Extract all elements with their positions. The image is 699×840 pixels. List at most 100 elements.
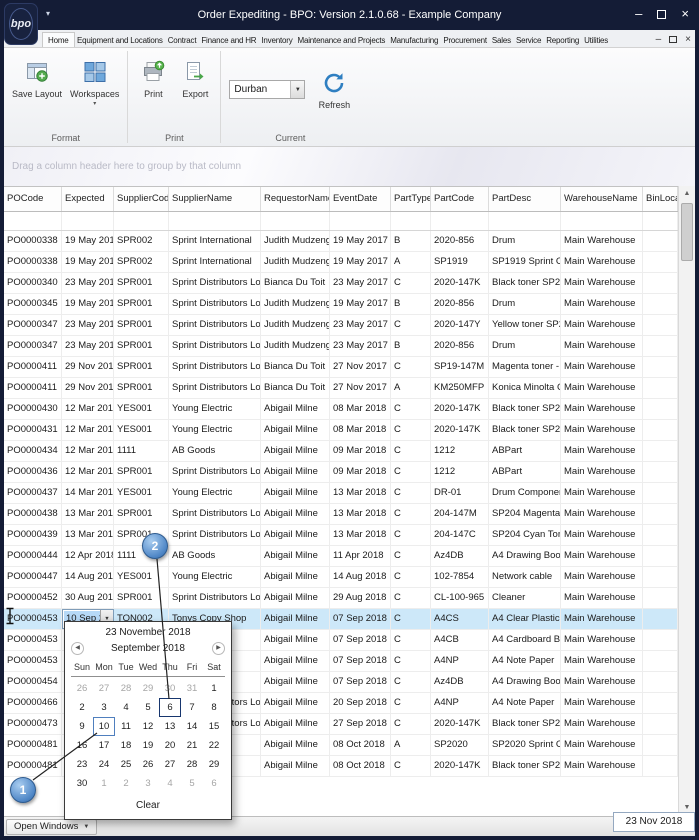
grid-cell[interactable]: 2020-147K (431, 756, 489, 776)
table-row[interactable]: PO000043813 Mar 2018SPR001Sprint Distrib… (4, 504, 678, 525)
grid-cell[interactable]: SPR001 (114, 462, 169, 482)
calendar-date[interactable]: 24 (93, 755, 115, 774)
grid-cell[interactable]: C (391, 441, 431, 461)
grid-cell[interactable]: Main Warehouse (561, 273, 643, 293)
grid-cell[interactable]: 2020-147K (431, 714, 489, 734)
filter-cell[interactable] (643, 212, 678, 230)
grid-cell[interactable]: A (391, 252, 431, 272)
grid-cell[interactable]: Sprint Distributors Local (169, 315, 261, 335)
grid-cell[interactable]: YES001 (114, 399, 169, 419)
grid-cell[interactable]: Sprint Distributors Local (169, 504, 261, 524)
grid-cell[interactable] (643, 273, 678, 293)
column-header-requestorname[interactable]: RequestorName (261, 187, 330, 211)
calendar-date[interactable]: 4 (159, 774, 181, 793)
filter-cell[interactable] (261, 212, 330, 230)
grid-cell[interactable]: Drum (489, 294, 561, 314)
grid-cell[interactable]: Magenta toner - SP1919 (489, 357, 561, 377)
app-logo[interactable]: bpo (4, 3, 38, 45)
grid-cell[interactable] (643, 609, 678, 629)
grid-cell[interactable]: 20 Sep 2018 (330, 693, 391, 713)
calendar-date[interactable]: 1 (203, 679, 225, 698)
calendar-date[interactable]: 4 (115, 698, 137, 717)
grid-cell[interactable] (643, 630, 678, 650)
grid-cell[interactable]: 19 May 2017 (62, 231, 114, 251)
grid-cell[interactable]: A (391, 735, 431, 755)
calendar-date[interactable]: 19 (137, 736, 159, 755)
grid-cell[interactable]: A4 Drawing Book (489, 672, 561, 692)
grid-cell[interactable]: SPR001 (114, 357, 169, 377)
workspaces-button[interactable]: Workspaces ▾ (66, 58, 123, 107)
grid-cell[interactable]: A4NP (431, 693, 489, 713)
print-button[interactable]: Print (132, 58, 174, 99)
grid-cell[interactable]: C (391, 399, 431, 419)
grid-cell[interactable]: Main Warehouse (561, 756, 643, 776)
grid-cell[interactable]: Black toner SP2020 (489, 756, 561, 776)
table-row[interactable]: PO000045230 Aug 2018SPR001Sprint Distrib… (4, 588, 678, 609)
grid-cell[interactable]: C (391, 672, 431, 692)
grid-cell[interactable] (643, 756, 678, 776)
grid-cell[interactable]: Abigail Milne (261, 462, 330, 482)
tab-sales[interactable]: Sales (489, 33, 513, 47)
grid-cell[interactable] (643, 315, 678, 335)
tab-service[interactable]: Service (513, 33, 543, 47)
calendar-date[interactable]: 30 (159, 679, 181, 698)
grid-cell[interactable]: 2020-147K (431, 399, 489, 419)
column-header-eventdate[interactable]: EventDate (330, 187, 391, 211)
grid-cell[interactable]: Main Warehouse (561, 630, 643, 650)
grid-cell[interactable]: 08 Oct 2018 (330, 735, 391, 755)
status-date-field[interactable]: 23 Nov 2018 (613, 812, 695, 832)
grid-cell[interactable]: Konica Minolta Colour ... (489, 378, 561, 398)
grid-cell[interactable]: SPR002 (114, 252, 169, 272)
grid-cell[interactable] (643, 420, 678, 440)
grid-cell[interactable]: PO0000438 (4, 504, 62, 524)
grid-cell[interactable]: Sprint International (169, 231, 261, 251)
grid-cell[interactable]: Judith Mudzengi (261, 252, 330, 272)
grid-cell[interactable]: PO0000347 (4, 336, 62, 356)
grid-cell[interactable]: Main Warehouse (561, 378, 643, 398)
grid-cell[interactable]: Main Warehouse (561, 462, 643, 482)
grid-cell[interactable]: Main Warehouse (561, 672, 643, 692)
calendar-date[interactable]: 25 (115, 755, 137, 774)
table-row[interactable]: PO000043112 Mar 2018YES001Young Electric… (4, 420, 678, 441)
grid-cell[interactable]: Main Warehouse (561, 651, 643, 671)
grid-cell[interactable]: Abigail Milne (261, 504, 330, 524)
grid-cell[interactable]: A4 Drawing Book (489, 546, 561, 566)
calendar-date[interactable]: 9 (71, 717, 93, 736)
calendar-date[interactable]: 26 (71, 679, 93, 698)
table-row[interactable]: PO000043412 Mar 20181111AB GoodsAbigail … (4, 441, 678, 462)
table-row[interactable]: PO000044714 Aug 2018YES001Young Electric… (4, 567, 678, 588)
grid-cell[interactable]: 12 Mar 2018 (62, 441, 114, 461)
grid-cell[interactable] (643, 672, 678, 692)
table-row[interactable]: PO000043012 Mar 2018YES001Young Electric… (4, 399, 678, 420)
grid-cell[interactable]: Main Warehouse (561, 525, 643, 545)
grid-cell[interactable]: SPR001 (114, 273, 169, 293)
grid-cell[interactable]: C (391, 525, 431, 545)
grid-cell[interactable]: PO0000345 (4, 294, 62, 314)
grid-cell[interactable]: 12 Apr 2018 (62, 546, 114, 566)
grid-cell[interactable]: Abigail Milne (261, 756, 330, 776)
column-header-warehousename[interactable]: WarehouseName (561, 187, 643, 211)
grid-cell[interactable]: Sprint Distributors Local (169, 378, 261, 398)
grid-cell[interactable]: 08 Mar 2018 (330, 420, 391, 440)
grid-cell[interactable]: PO0000411 (4, 378, 62, 398)
scrollbar-thumb[interactable] (681, 203, 693, 261)
column-header-partdesc[interactable]: PartDesc (489, 187, 561, 211)
grid-cell[interactable]: PO0000340 (4, 273, 62, 293)
tab-reporting[interactable]: Reporting (544, 33, 582, 47)
column-header-expected[interactable]: Expected (62, 187, 114, 211)
grid-cell[interactable]: C (391, 630, 431, 650)
calendar-date[interactable]: 6 (203, 774, 225, 793)
grid-cell[interactable]: 23 May 2017 (330, 336, 391, 356)
calendar-date[interactable]: 21 (181, 736, 203, 755)
grid-cell[interactable]: YES001 (114, 567, 169, 587)
grid-cell[interactable]: Abigail Milne (261, 546, 330, 566)
grid-cell[interactable]: 23 May 2017 (330, 315, 391, 335)
table-row[interactable]: PO000034023 May 2017SPR001Sprint Distrib… (4, 273, 678, 294)
grid-cell[interactable]: 23 May 2017 (330, 273, 391, 293)
column-header-partcode[interactable]: PartCode (431, 187, 489, 211)
grid-cell[interactable]: PO0000453 (4, 630, 62, 650)
grid-cell[interactable]: Main Warehouse (561, 441, 643, 461)
tab-maintenance-and-projects[interactable]: Maintenance and Projects (295, 33, 388, 47)
grid-cell[interactable]: SP2020 Sprint Colour ... (489, 735, 561, 755)
table-row[interactable]: PO000041129 Nov 2017SPR001Sprint Distrib… (4, 357, 678, 378)
